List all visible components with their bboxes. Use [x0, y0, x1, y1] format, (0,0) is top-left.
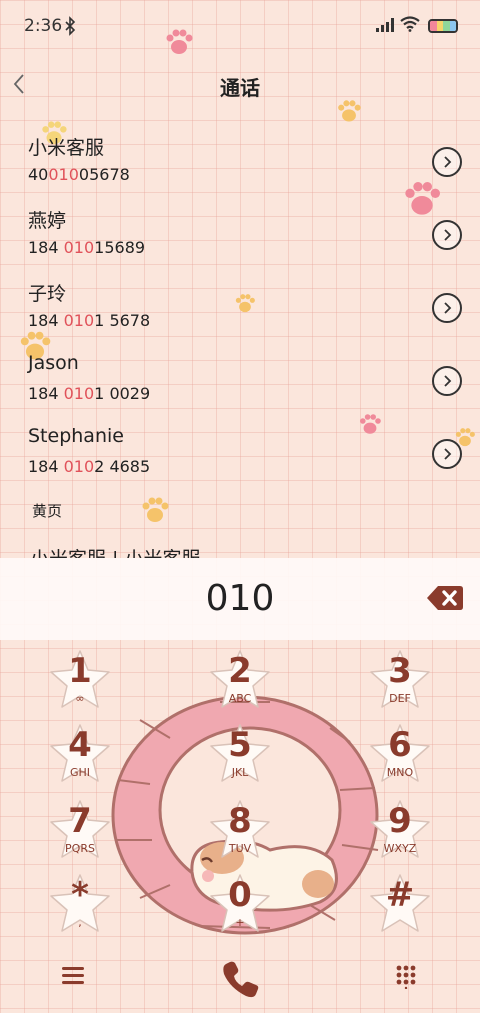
- chevron-right-icon: [444, 375, 452, 387]
- keypad: 1 ∞ 2 ABC 3 DEF 4 GHI 5 JKL 6 MNO 7 PQRS 8 TUV 9…: [0, 640, 480, 950]
- contact-name: 小米客服: [28, 137, 105, 159]
- hamburger-menu-icon[interactable]: [62, 965, 84, 985]
- contact-name: 燕婷: [28, 210, 67, 232]
- matched-digits: 010: [63, 311, 95, 330]
- key-6[interactable]: 6 MNO: [368, 722, 432, 786]
- dialed-number: 010: [205, 578, 275, 619]
- dial-display: 010: [0, 558, 480, 640]
- signal-icon: [376, 18, 394, 32]
- contact-name: Jason: [28, 352, 79, 374]
- key-5[interactable]: 5 JKL: [208, 722, 272, 786]
- key-1[interactable]: 1 ∞: [48, 648, 112, 712]
- key-2[interactable]: 2 ABC: [208, 648, 272, 712]
- bottom-bar: [0, 950, 480, 1013]
- yellow-pages-entry[interactable]: 小米客服 | 小米客服: [30, 544, 200, 558]
- matched-digits: 010: [63, 384, 95, 403]
- contact-number: 184 0102 4685: [28, 457, 151, 476]
- battery-icon: [428, 19, 458, 33]
- key-8[interactable]: 8 TUV: [208, 798, 272, 862]
- paw-print-decoration: [142, 497, 169, 522]
- key-7[interactable]: 7 PQRS: [48, 798, 112, 862]
- contact-row[interactable]: 燕婷 184 01015689: [0, 206, 480, 276]
- contact-row[interactable]: Jason 184 0101 0029: [0, 352, 480, 422]
- contact-number: 184 01015689: [28, 238, 146, 257]
- contact-number: 184 0101 5678: [28, 311, 151, 330]
- chevron-right-icon: [444, 302, 452, 314]
- chevron-right-icon: [444, 156, 452, 168]
- contact-row[interactable]: 子玲 184 0101 5678: [0, 279, 480, 349]
- backspace-icon[interactable]: [426, 584, 464, 612]
- contact-detail-button[interactable]: [432, 366, 462, 396]
- matched-digits: 010: [63, 457, 95, 476]
- contact-number: 4001005678: [28, 165, 130, 184]
- wifi-icon: [400, 16, 420, 32]
- key-hash[interactable]: #: [368, 872, 432, 936]
- header: 通话: [0, 62, 480, 106]
- contact-detail-button[interactable]: [432, 220, 462, 250]
- phone-icon[interactable]: [218, 958, 262, 1002]
- contact-number: 184 0101 0029: [28, 384, 151, 403]
- contact-detail-button[interactable]: [432, 439, 462, 469]
- matched-digits: 010: [48, 165, 79, 184]
- contact-row[interactable]: Stephanie 184 0102 4685: [0, 425, 480, 495]
- key-4[interactable]: 4 GHI: [48, 722, 112, 786]
- contact-row[interactable]: 小米客服 4001005678: [0, 133, 480, 203]
- key-9[interactable]: 9 WXYZ: [368, 798, 432, 862]
- voicemail-icon: ∞: [75, 692, 85, 705]
- key-star[interactable]: *,: [48, 872, 112, 936]
- page-title: 通话: [220, 76, 260, 100]
- status-bar: 2:36: [0, 0, 480, 52]
- matched-digits: 010: [63, 238, 95, 257]
- chevron-right-icon: [444, 229, 452, 241]
- key-3[interactable]: 3 DEF: [368, 648, 432, 712]
- contact-detail-button[interactable]: [432, 293, 462, 323]
- contact-detail-button[interactable]: [432, 147, 462, 177]
- key-0[interactable]: 0 +: [208, 872, 272, 936]
- yellow-pages-label: 黄页: [32, 502, 63, 520]
- contact-name: 子玲: [28, 283, 67, 305]
- contact-name: Stephanie: [28, 425, 124, 447]
- chevron-right-icon: [444, 448, 452, 460]
- status-time: 2:36: [24, 16, 63, 36]
- bluetooth-icon: [65, 16, 76, 36]
- dialpad-grid-icon[interactable]: [396, 965, 416, 989]
